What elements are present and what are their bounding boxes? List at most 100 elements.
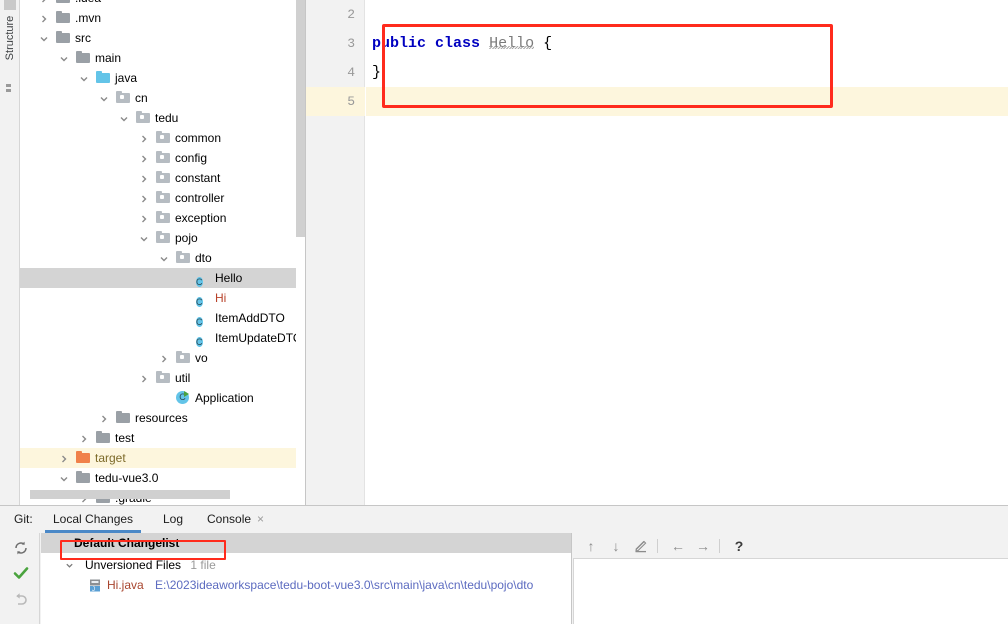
changelist-group-row[interactable]: Unversioned Files 1 file (41, 555, 216, 575)
chevron-right-icon[interactable] (58, 448, 69, 468)
chevron-right-icon[interactable] (38, 0, 49, 8)
chevron-down-icon[interactable] (58, 468, 69, 488)
package-icon (176, 251, 190, 265)
tree-row[interactable]: main (20, 48, 305, 68)
chevron-right-icon[interactable] (138, 128, 149, 148)
chevron-down-icon[interactable] (58, 48, 69, 68)
changelist-title[interactable]: Default Changelist (41, 533, 571, 553)
tree-row[interactable]: resources (20, 408, 305, 428)
tool-strip-dots-icon (6, 84, 12, 96)
tab-git-label: Git: (14, 512, 33, 526)
rollback-icon[interactable] (12, 590, 30, 608)
tree-row[interactable]: .idea (20, 0, 305, 8)
structure-tool-button[interactable]: Structure (4, 4, 16, 72)
next-difference-icon[interactable]: ↓ (607, 537, 625, 555)
chevron-down-icon[interactable] (98, 88, 109, 108)
gutter-line-number: 4 (347, 65, 355, 80)
bottom-tool-window: Git: Local Changes Log Console × Default… (0, 505, 1008, 624)
chevron-down-icon[interactable] (78, 68, 89, 88)
tree-row[interactable]: C Hi (20, 288, 305, 308)
folder-icon (76, 51, 90, 65)
chevron-right-icon[interactable] (138, 148, 149, 168)
tree-row-label: vo (195, 351, 208, 365)
tree-row[interactable]: exception (20, 208, 305, 228)
ide-window: Structure .idea .mvn srcmain java cntedu comm… (0, 0, 1008, 624)
tree-row[interactable]: src (20, 28, 305, 48)
tree-row-label: .idea (75, 0, 101, 8)
tree-row[interactable]: C Application (20, 388, 305, 408)
tree-row[interactable]: tedu (20, 108, 305, 128)
help-icon[interactable]: ? (730, 537, 748, 555)
changes-detail-pane: ↑ ↓ ← → ? (573, 533, 1008, 624)
code-line: public class Hello { (372, 29, 552, 58)
tree-row-label: test (115, 431, 135, 445)
chevron-right-icon[interactable] (98, 408, 109, 428)
chevron-right-icon[interactable] (138, 168, 149, 188)
chevron-down-icon[interactable] (63, 555, 75, 575)
application-icon: C (176, 391, 190, 405)
toolbar-separator (657, 539, 658, 553)
changed-file-row[interactable]: J Hi.java E:\2023ideaworkspace\tedu-boot… (41, 575, 533, 595)
tree-row[interactable]: util (20, 368, 305, 388)
tree-row-label: controller (175, 191, 225, 205)
previous-difference-icon[interactable]: ↑ (582, 537, 600, 555)
tab-log[interactable]: Log (163, 506, 183, 533)
editor-gutter[interactable]: 2 3 4 5 (306, 0, 365, 505)
bottom-tab-bar[interactable]: Git: Local Changes Log Console × (0, 506, 1008, 533)
tree-row[interactable]: pojo (20, 228, 305, 248)
tree-row[interactable]: test (20, 428, 305, 448)
chevron-down-icon[interactable] (158, 248, 169, 268)
tree-row[interactable]: vo (20, 348, 305, 368)
vcs-action-toolbar[interactable] (0, 533, 40, 624)
chevron-right-icon[interactable] (78, 428, 89, 448)
chevron-right-icon[interactable] (38, 8, 49, 28)
project-tree-hscrollbar-thumb[interactable] (30, 490, 230, 499)
tree-row[interactable]: dto (20, 248, 305, 268)
tree-row[interactable]: controller (20, 188, 305, 208)
chevron-right-icon[interactable] (138, 368, 149, 388)
project-tree-vscrollbar-thumb[interactable] (296, 0, 305, 237)
java-file-icon: J (89, 578, 101, 593)
tree-row[interactable]: tedu-vue3.0 (20, 468, 305, 488)
chevron-right-icon[interactable] (138, 188, 149, 208)
tree-row[interactable]: target (20, 448, 305, 468)
tree-row[interactable]: .mvn (20, 8, 305, 28)
changes-detail-toolbar[interactable]: ↑ ↓ ← → ? (573, 533, 1008, 559)
folder-icon (96, 431, 110, 445)
changed-file-name: Hi.java (107, 578, 144, 592)
edit-icon[interactable] (632, 537, 650, 555)
chevron-down-icon[interactable] (138, 228, 149, 248)
tree-row-label: config (175, 151, 208, 165)
tree-row-label: util (175, 371, 191, 385)
folder-icon (56, 31, 70, 45)
next-change-icon[interactable]: → (694, 537, 712, 555)
tree-row[interactable]: common (20, 128, 305, 148)
code-editor[interactable]: 2 3 4 5 public class Hello {} (306, 0, 1008, 505)
tree-row[interactable]: config (20, 148, 305, 168)
project-tool-window[interactable]: .idea .mvn srcmain java cntedu common config co… (20, 0, 306, 505)
close-icon[interactable]: × (257, 512, 264, 526)
chevron-right-icon[interactable] (138, 208, 149, 228)
tree-row[interactable]: java (20, 68, 305, 88)
chevron-down-icon[interactable] (38, 28, 49, 48)
tree-row-label: target (95, 451, 126, 465)
package-icon (176, 351, 190, 365)
tree-row-label: exception (175, 211, 227, 225)
tab-local-changes[interactable]: Local Changes (44, 506, 142, 533)
previous-change-icon[interactable]: ← (669, 537, 687, 555)
tree-row-label: tedu-vue3.0 (95, 471, 159, 485)
tree-row[interactable]: C Hello (20, 268, 305, 288)
chevron-right-icon[interactable] (158, 348, 169, 368)
tree-row[interactable]: constant (20, 168, 305, 188)
tree-row[interactable]: cn (20, 88, 305, 108)
commit-check-icon[interactable] (12, 564, 30, 582)
tree-row[interactable]: C ItemUpdateDTO (20, 328, 305, 348)
gutter-line-number: 2 (347, 7, 355, 22)
tab-console[interactable]: Console × (207, 506, 264, 533)
tree-row[interactable]: C ItemAddDTO (20, 308, 305, 328)
unversioned-files-count: 1 file (190, 558, 216, 572)
chevron-down-icon[interactable] (118, 108, 129, 128)
local-changes-tree[interactable]: Default Changelist Unversioned Files 1 f… (41, 533, 572, 624)
refresh-icon[interactable] (12, 539, 30, 557)
